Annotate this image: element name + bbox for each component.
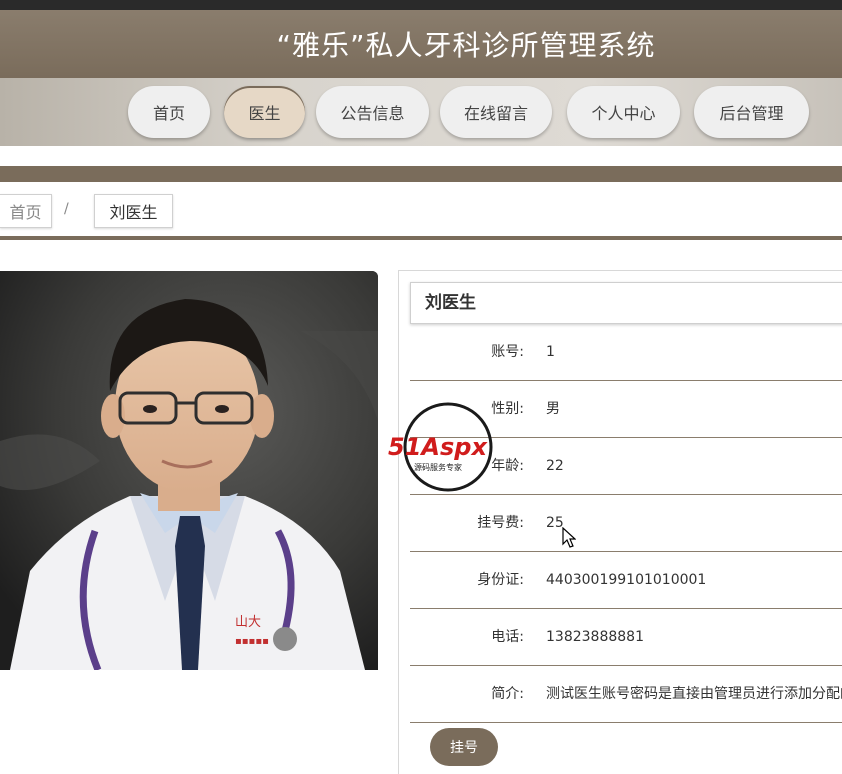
svg-text:▪▪▪▪▪: ▪▪▪▪▪ [235,636,269,647]
field-row-account: 账号: 1 [410,324,842,381]
field-row-intro: 简介: 测试医生账号密码是直接由管理员进行添加分配的 [410,666,842,723]
site-title: “雅乐”私人牙科诊所管理系统 [276,29,656,62]
watermark-tagline: 源码服务专家 [414,462,462,472]
field-row-phone: 电话: 13823888881 [410,609,842,666]
breadcrumb-separator: / [64,201,69,217]
nav-announcements[interactable]: 公告信息 [316,86,429,138]
mouse-cursor-icon [562,527,576,548]
breadcrumb-home[interactable]: 首页 [0,194,52,228]
breadcrumb-divider [0,236,842,240]
field-label: 电话: [491,629,524,645]
field-value: 测试医生账号密码是直接由管理员进行添加分配的 [546,686,842,702]
nav-messages[interactable]: 在线留言 [440,86,552,138]
doctor-photo: 山大 ▪▪▪▪▪ [0,271,378,670]
coat-logo-text: 山大 [235,615,261,630]
site-header: “雅乐”私人牙科诊所管理系统 [0,10,842,78]
nav-doctor[interactable]: 医生 [224,86,305,138]
breadcrumb-current: 刘医生 [94,194,173,228]
nav-profile[interactable]: 个人中心 [567,86,680,138]
main-nav: 首页 医生 公告信息 在线留言 个人中心 后台管理 [0,78,842,146]
watermark-logo: 51Aspx 源码服务专家 [388,400,512,494]
watermark-brand: 51Aspx [388,433,488,461]
field-label: 身份证: [477,572,524,588]
field-value: 440300199101010001 [546,572,707,588]
doctor-detail-panel: 刘医生 账号: 1 性别: 男 年龄: 22 挂号费: 25 身份证: 4403… [398,270,842,774]
field-label: 账号: [491,344,524,360]
book-appointment-button[interactable]: 挂号 [430,728,498,766]
nav-admin[interactable]: 后台管理 [694,86,809,138]
nav-home[interactable]: 首页 [128,86,210,138]
field-row-fee: 挂号费: 25 [410,495,842,552]
field-label: 简介: [491,686,524,702]
section-divider [0,166,842,182]
field-value: 22 [546,458,564,474]
field-value: 1 [546,344,555,360]
field-value: 男 [546,401,560,417]
field-row-id-card: 身份证: 440300199101010001 [410,552,842,609]
doctor-name-heading: 刘医生 [410,282,842,324]
field-value: 13823888881 [546,629,644,645]
field-label: 挂号费: [477,515,524,531]
window-top-strip [0,0,842,10]
